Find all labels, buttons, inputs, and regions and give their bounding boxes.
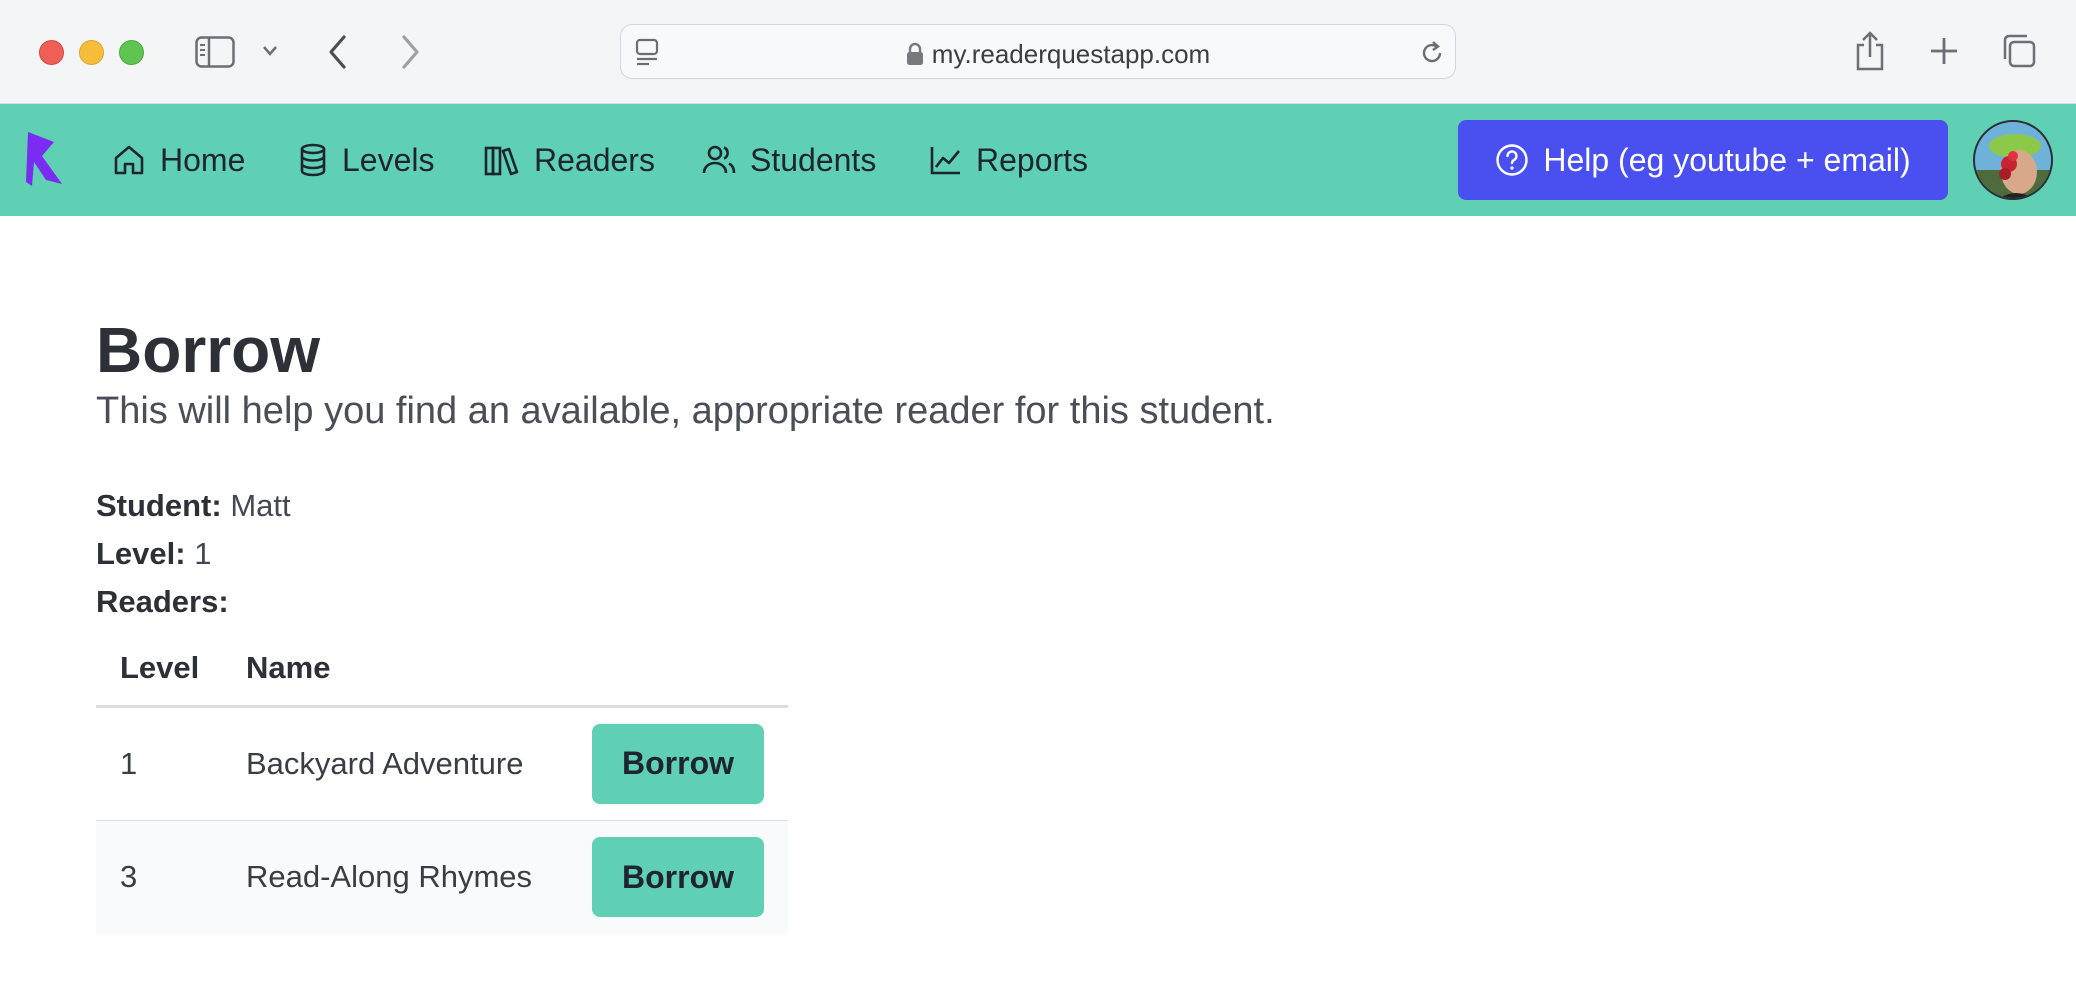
forward-icon[interactable] [398,34,422,70]
level-label: Level: [96,536,186,571]
reader-level: 1 [96,706,222,821]
database-icon [300,143,326,177]
users-icon [702,145,736,174]
nav-readers[interactable]: Readers [484,140,655,180]
page-subtitle: This will help you find an available, ap… [96,390,1275,432]
lock-icon [906,42,923,65]
table-row: 3 Read-Along Rhymes Borrow [96,820,788,934]
chart-line-icon [930,147,960,175]
url-text: my.readerquestapp.com [931,39,1211,69]
page-title: Borrow [96,314,320,386]
student-label: Student: [96,488,222,523]
nav-levels[interactable]: Levels [298,140,435,180]
sidebar-toggle-icon[interactable] [195,36,235,68]
nav-levels-label: Levels [342,141,435,178]
app-navbar: Home Levels Readers Students Reports Hel… [0,104,2076,216]
tab-overview-icon[interactable] [2001,33,2037,69]
readerquest-logo-icon[interactable] [24,130,64,188]
nav-home[interactable]: Home [112,140,245,180]
borrow-button[interactable]: Borrow [592,723,764,804]
nav-reports[interactable]: Reports [930,140,1088,180]
reload-icon[interactable] [1419,39,1445,67]
level-value: 1 [194,536,212,571]
minimize-window-button[interactable] [79,40,104,65]
reader-name: Backyard Adventure [222,706,568,821]
browser-toolbar: my.readerquestapp.com [0,0,2076,104]
user-avatar[interactable] [1973,120,2053,200]
nav-students-label: Students [750,141,877,178]
home-icon [114,145,144,175]
share-icon[interactable] [1854,31,1886,71]
table-header-row: Level Name [96,632,788,708]
level-row: Level: 1 [96,530,1976,578]
chevron-down-icon[interactable] [262,44,278,58]
help-button-label: Help (eg youtube + email) [1543,141,1911,178]
back-icon[interactable] [326,34,350,70]
nav-students[interactable]: Students [702,140,876,180]
readers-table: Level Name 1 Backyard Adventure Borrow 3… [96,632,788,934]
help-button[interactable]: Help (eg youtube + email) [1458,120,1948,200]
readers-row: Readers: [96,578,1976,626]
nav-home-label: Home [160,141,246,178]
question-circle-icon [1496,144,1529,176]
avatar-image [1975,122,2051,198]
books-icon [484,146,519,176]
reader-level: 3 [96,820,222,934]
column-header-name: Name [222,632,568,708]
student-row: Student: Matt [96,482,1976,530]
close-window-button[interactable] [39,40,64,65]
student-value: Matt [230,488,291,523]
column-header-action [568,632,788,708]
table-row: 1 Backyard Adventure Borrow [96,706,788,821]
main-content: Borrow This will help you find an availa… [96,312,1976,934]
borrow-details: Student: Matt Level: 1 Readers: [96,482,1976,626]
column-header-level: Level [96,632,222,708]
address-bar[interactable]: my.readerquestapp.com [620,24,1456,79]
nav-readers-label: Readers [534,141,655,178]
new-tab-icon[interactable] [1929,36,1959,66]
reader-name: Read-Along Rhymes [222,820,568,934]
zoom-window-button[interactable] [119,40,144,65]
readers-label: Readers: [96,584,229,619]
nav-reports-label: Reports [976,141,1089,178]
borrow-button[interactable]: Borrow [592,837,764,918]
